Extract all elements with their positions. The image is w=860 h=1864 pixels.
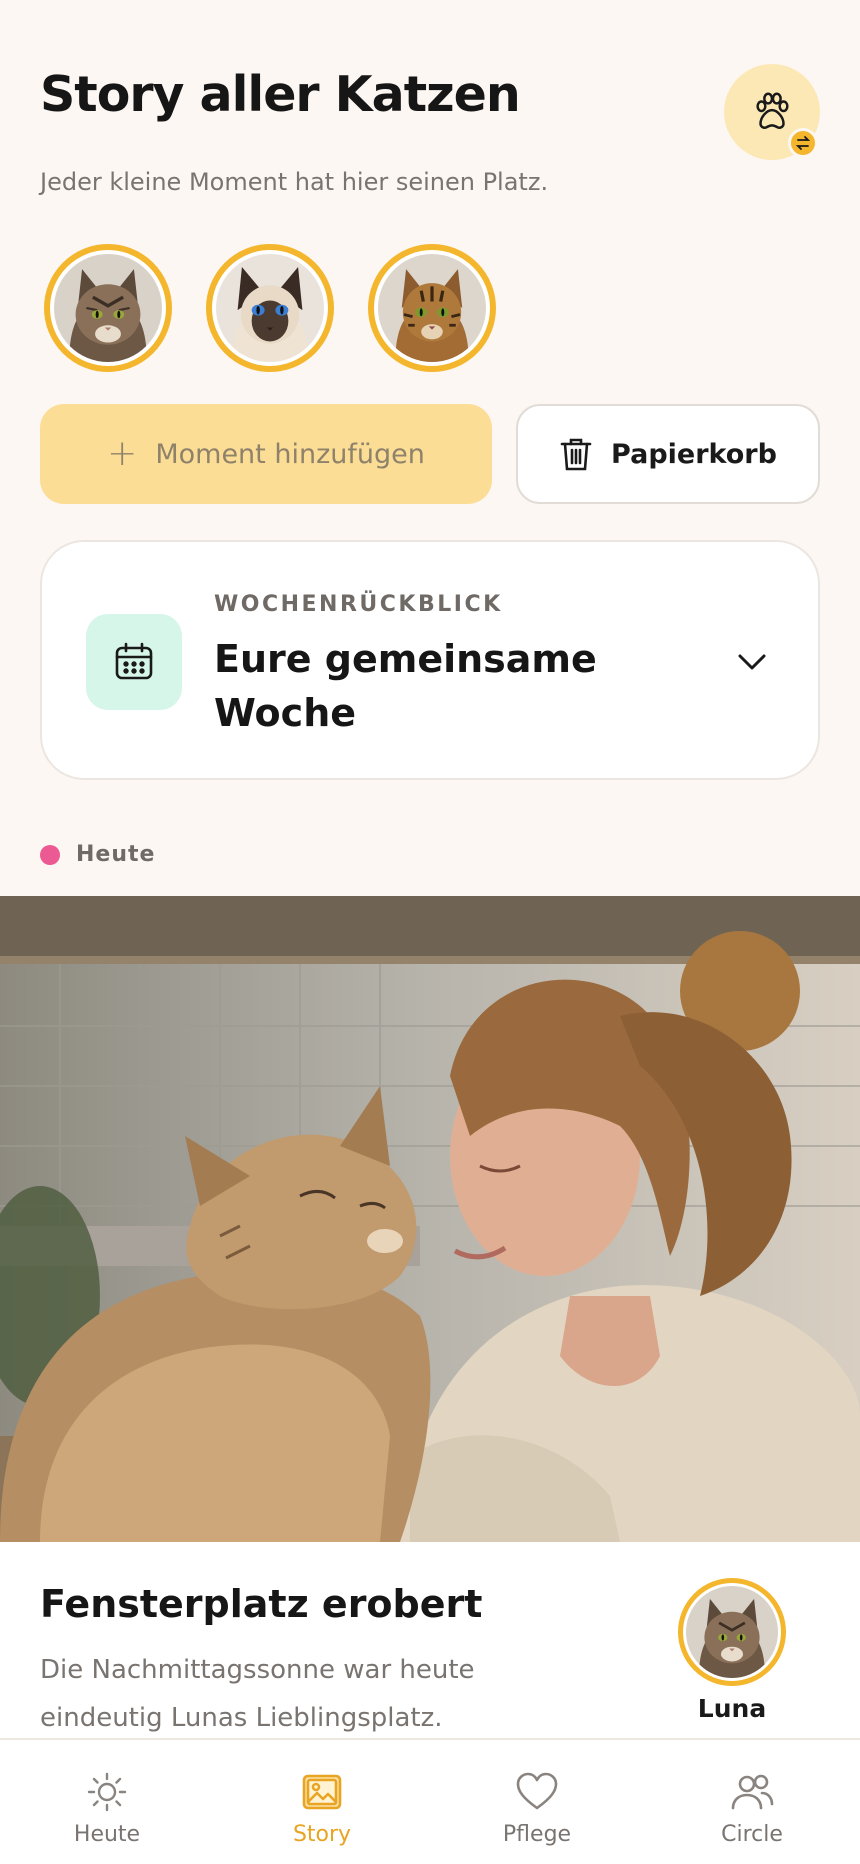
cat-photo [54, 254, 162, 362]
calendar-tile [86, 614, 182, 710]
moment-photo[interactable] [0, 896, 860, 1542]
cat-photo [378, 254, 486, 362]
moment-description: Die Nachmittagssonne war heute eindeutig… [40, 1655, 475, 1733]
bottom-nav: Heute Story Pflege Circle [0, 1738, 860, 1864]
cat-avatar-bengal[interactable] [368, 244, 496, 372]
chevron-down-icon[interactable] [734, 644, 770, 680]
nav-label: Circle [721, 1822, 783, 1847]
plus-icon: + [107, 433, 138, 474]
nav-item-story[interactable]: Story [242, 1768, 402, 1847]
switch-cat-button[interactable] [724, 64, 820, 160]
moment-card[interactable]: Fensterplatz erobert Die Nachmittagssonn… [0, 1542, 860, 1738]
cat-avatar-list [44, 244, 496, 372]
swap-icon [795, 136, 811, 150]
week-review-card[interactable]: WOCHENRÜCKBLICK Eure gemeinsame Woche [40, 540, 820, 780]
page-subtitle: Jeder kleine Moment hat hier seinen Plat… [40, 168, 549, 196]
moment-cat-avatar[interactable] [678, 1578, 786, 1686]
nav-label: Story [292, 1822, 352, 1847]
calendar-icon [115, 642, 153, 680]
cat-avatar-siamese[interactable] [206, 244, 334, 372]
week-review-title: Eure gemeinsame Woche [214, 637, 597, 735]
cat-avatar-luna[interactable] [44, 244, 172, 372]
day-label: Heute [76, 842, 156, 867]
trash-button[interactable]: Papierkorb [516, 404, 820, 504]
nav-label: Pflege [502, 1822, 572, 1847]
today-dot [40, 844, 60, 865]
page-title: Story aller Katzen [40, 66, 521, 123]
moment-cat-name: Luna [697, 1694, 767, 1723]
trash-icon [560, 438, 592, 471]
story-screen: Story aller Katzen Jeder kleine Moment h… [0, 0, 860, 1864]
timeline-day-header: Heute [40, 842, 155, 867]
gallery-icon [302, 1774, 342, 1810]
paw-icon [756, 92, 789, 129]
swap-badge [788, 128, 818, 158]
moment-title: Fensterplatz erobert [40, 1582, 483, 1626]
cat-photo [216, 254, 324, 362]
nav-item-circle[interactable]: Circle [672, 1768, 832, 1847]
add-moment-button[interactable]: + Moment hinzufügen [40, 404, 492, 504]
people-icon [731, 1774, 774, 1810]
nav-label: Heute [73, 1822, 141, 1847]
nav-item-pflege[interactable]: Pflege [457, 1768, 617, 1847]
add-moment-label: Moment hinzufügen [155, 438, 425, 470]
nav-item-heute[interactable]: Heute [27, 1768, 187, 1847]
sun-icon [87, 1772, 127, 1812]
heart-icon [516, 1772, 558, 1810]
week-review-kicker: WOCHENRÜCKBLICK [214, 592, 503, 617]
trash-label: Papierkorb [611, 438, 777, 470]
woman-with-cat-image [0, 896, 860, 1542]
cat-photo [686, 1586, 778, 1678]
